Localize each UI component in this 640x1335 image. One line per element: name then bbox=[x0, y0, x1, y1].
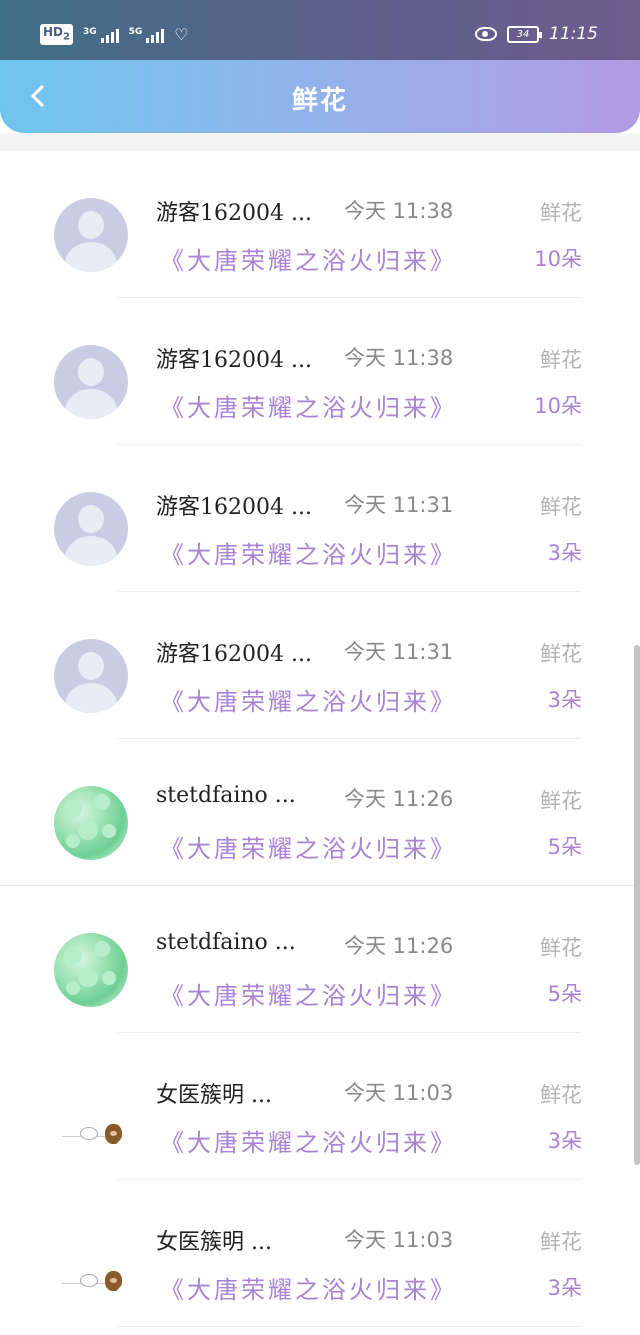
avatar[interactable] bbox=[54, 345, 128, 419]
gift-count: 3朵 bbox=[547, 1276, 582, 1300]
gift-type-label: 鲜花 bbox=[540, 348, 582, 372]
hd-sim-label: 2 bbox=[63, 31, 70, 43]
user-name[interactable]: 游客162004 ... bbox=[156, 636, 312, 668]
book-title-link[interactable]: 《大唐荣耀之浴火归来》 bbox=[160, 682, 457, 717]
gift-type-label: 鲜花 bbox=[540, 789, 582, 813]
gift-count: 5朵 bbox=[547, 982, 582, 1006]
battery-icon: 34 bbox=[507, 25, 542, 43]
list-item[interactable]: 女医簇明 ... 今天 11:03 鲜花《大唐荣耀之浴火归来》 3朵 bbox=[0, 1180, 640, 1327]
book-title-link[interactable]: 《大唐荣耀之浴火归来》 bbox=[160, 976, 457, 1011]
gift-count: 3朵 bbox=[547, 1129, 582, 1153]
list-item[interactable]: 游客162004 ... 今天 11:31 鲜花《大唐荣耀之浴火归来》 3朵 bbox=[0, 445, 640, 592]
gift-type-label: 鲜花 bbox=[540, 1230, 582, 1254]
scrollbar-thumb[interactable] bbox=[634, 645, 640, 1165]
record-time: 今天 11:03 bbox=[344, 1228, 454, 1252]
user-name[interactable]: 女医簇明 ... bbox=[156, 1077, 272, 1109]
hd-label: HD bbox=[43, 25, 64, 39]
user-name[interactable]: 游客162004 ... bbox=[156, 489, 312, 521]
hd-badge: HD2 bbox=[40, 24, 73, 46]
eye-icon bbox=[475, 27, 497, 41]
user-name[interactable]: 游客162004 ... bbox=[156, 342, 312, 374]
book-title-link[interactable]: 《大唐荣耀之浴火归来》 bbox=[160, 388, 457, 423]
record-time: 今天 11:38 bbox=[344, 199, 454, 223]
record-time: 今天 11:31 bbox=[344, 640, 454, 664]
book-title-link[interactable]: 《大唐荣耀之浴火归来》 bbox=[160, 829, 457, 864]
gift-record-list: 游客162004 ... 今天 11:38 鲜花 《大唐荣耀之浴火归来》 10朵 游客16… bbox=[0, 151, 640, 1327]
gift-count: 3朵 bbox=[547, 541, 582, 565]
list-item[interactable]: stetdfaino ... 今天 11:26 鲜花《大唐荣耀之浴火归来》 5朵 bbox=[0, 739, 640, 886]
user-name[interactable]: stetdfaino ... bbox=[156, 930, 296, 955]
record-time: 今天 11:38 bbox=[344, 346, 454, 370]
avatar[interactable] bbox=[54, 933, 128, 1007]
status-bar: HD2 3G 5G ♡ 34 11:15 bbox=[0, 0, 640, 62]
status-time: 11:15 bbox=[549, 24, 598, 44]
gift-count: 5朵 bbox=[547, 835, 582, 859]
gift-type-label: 鲜花 bbox=[540, 201, 582, 225]
list-item[interactable]: 游客162004 ... 今天 11:38 鲜花《大唐荣耀之浴火归来》 10朵 bbox=[0, 151, 640, 298]
user-name[interactable]: 女医簇明 ... bbox=[156, 1224, 272, 1256]
signal-3g-label: 3G bbox=[82, 26, 97, 37]
avatar[interactable] bbox=[54, 1227, 128, 1301]
signal-3g-icon: 3G bbox=[83, 27, 119, 43]
gift-type-label: 鲜花 bbox=[540, 936, 582, 960]
gift-count: 10朵 bbox=[534, 394, 582, 418]
list-item[interactable]: 游客162004 ... 今天 11:31 鲜花《大唐荣耀之浴火归来》 3朵 bbox=[0, 592, 640, 739]
record-time: 今天 11:31 bbox=[344, 493, 454, 517]
health-heart-icon: ♡ bbox=[174, 24, 189, 44]
list-item[interactable]: 游客162004 ... 今天 11:38 鲜花《大唐荣耀之浴火归来》 10朵 bbox=[0, 298, 640, 445]
gift-count: 10朵 bbox=[534, 247, 582, 271]
status-left: HD2 3G 5G ♡ bbox=[40, 24, 189, 46]
list-item[interactable]: stetdfaino ... 今天 11:26 鲜花《大唐荣耀之浴火归来》 5朵 bbox=[0, 886, 640, 1033]
list-item[interactable]: 女医簇明 ... 今天 11:03 鲜花《大唐荣耀之浴火归来》 3朵 bbox=[0, 1033, 640, 1180]
header-bar: 鲜花 bbox=[0, 60, 640, 133]
avatar[interactable] bbox=[54, 198, 128, 272]
record-time: 今天 11:26 bbox=[344, 934, 454, 958]
avatar[interactable] bbox=[54, 1080, 128, 1154]
book-title-link[interactable]: 《大唐荣耀之浴火归来》 bbox=[160, 1270, 457, 1305]
book-title-link[interactable]: 《大唐荣耀之浴火归来》 bbox=[160, 241, 457, 276]
signal-5g-label: 5G bbox=[128, 26, 143, 37]
gift-type-label: 鲜花 bbox=[540, 642, 582, 666]
book-title-link[interactable]: 《大唐荣耀之浴火归来》 bbox=[160, 535, 457, 570]
header-separator bbox=[0, 133, 640, 151]
row-divider bbox=[118, 1326, 580, 1327]
avatar[interactable] bbox=[54, 786, 128, 860]
avatar[interactable] bbox=[54, 639, 128, 713]
gift-type-label: 鲜花 bbox=[540, 495, 582, 519]
signal-5g-icon: 5G bbox=[129, 27, 165, 43]
gift-count: 3朵 bbox=[547, 688, 582, 712]
status-right: 34 11:15 bbox=[475, 24, 598, 44]
user-name[interactable]: stetdfaino ... bbox=[156, 783, 296, 808]
record-time: 今天 11:26 bbox=[344, 787, 454, 811]
book-title-link[interactable]: 《大唐荣耀之浴火归来》 bbox=[160, 1123, 457, 1158]
record-time: 今天 11:03 bbox=[344, 1081, 454, 1105]
user-name[interactable]: 游客162004 ... bbox=[156, 195, 312, 227]
avatar[interactable] bbox=[54, 492, 128, 566]
page-title: 鲜花 bbox=[291, 86, 348, 116]
gift-type-label: 鲜花 bbox=[540, 1083, 582, 1107]
